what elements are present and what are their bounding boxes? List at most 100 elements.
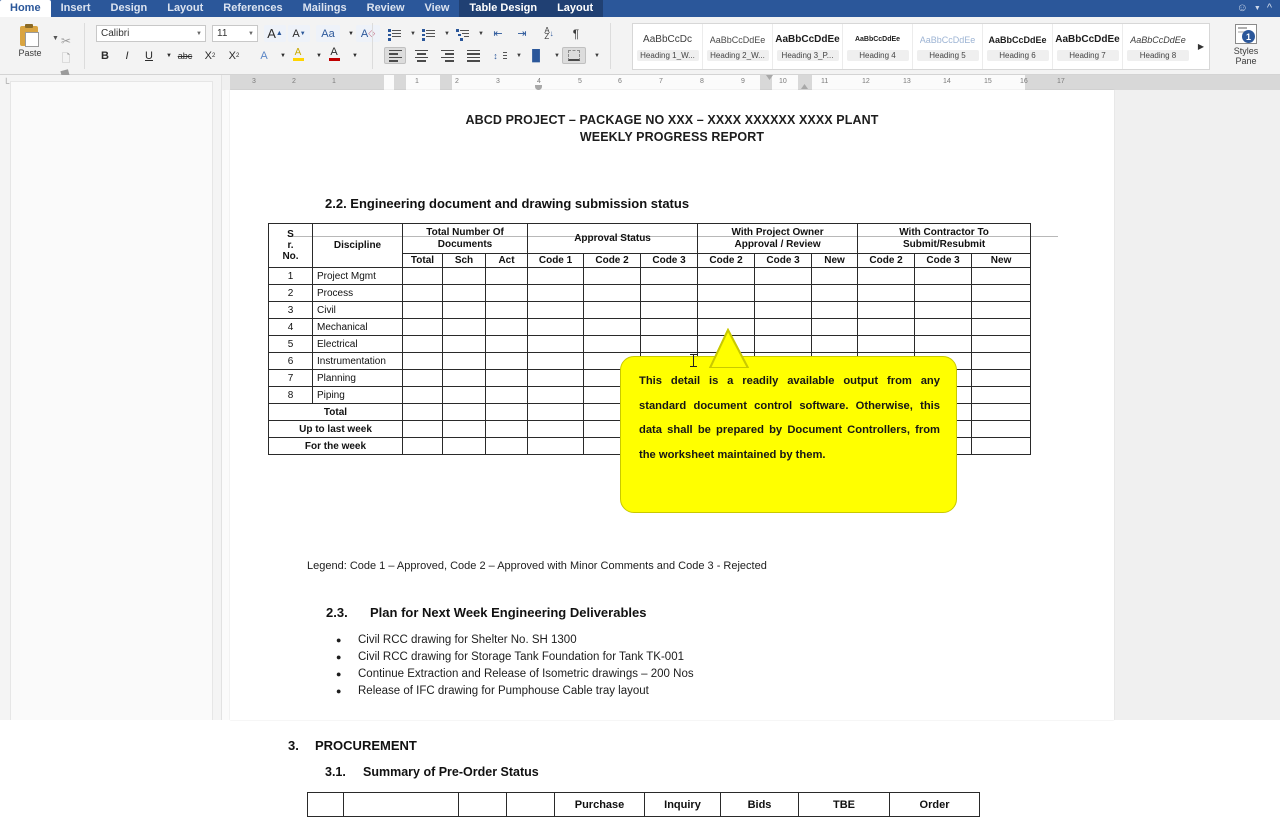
smiley-face-icon[interactable]: ☺ (1237, 3, 1248, 14)
cell-code3a[interactable] (640, 301, 699, 319)
cell-act[interactable] (484, 403, 529, 421)
cell-act[interactable] (484, 437, 529, 455)
table-row[interactable]: 5 Electrical (268, 335, 1032, 353)
cell-newc[interactable] (971, 352, 1032, 370)
horizontal-ruler[interactable]: 3 2 1 1 2 3 4 5 6 7 8 9 10 11 12 13 14 1… (230, 75, 1280, 90)
sort-icon[interactable]: A Z ↓ (538, 25, 560, 42)
cell-sch[interactable] (442, 369, 486, 387)
cell-act[interactable] (484, 386, 529, 404)
paste-button[interactable]: Paste (10, 23, 50, 69)
cell-total[interactable] (402, 352, 443, 370)
cell-total[interactable] (402, 386, 443, 404)
cell-newc[interactable] (971, 284, 1032, 302)
chevron-down-icon[interactable]: ▼ (1254, 5, 1261, 12)
cell-code3o[interactable] (754, 267, 813, 285)
cell-code2o[interactable] (697, 284, 756, 302)
cell-newc[interactable] (971, 403, 1032, 421)
style-item-heading-2[interactable]: AaBbCcDdEe Heading 2_W... (703, 24, 773, 69)
cell-sch[interactable] (442, 403, 486, 421)
strikethrough-button[interactable]: abc (174, 47, 196, 64)
cell-act[interactable] (484, 318, 529, 336)
cell-code1[interactable] (527, 386, 585, 404)
tab-view[interactable]: View (415, 0, 460, 17)
cell-sch[interactable] (442, 335, 486, 353)
cell-code3c[interactable] (914, 284, 973, 302)
cell-newo[interactable] (811, 318, 859, 336)
cell-act[interactable] (484, 335, 529, 353)
callout-balloon[interactable]: This detail is a readily available outpu… (620, 356, 957, 513)
cell-code3a[interactable] (640, 284, 699, 302)
cell-code3c[interactable] (914, 318, 973, 336)
cell-newc[interactable] (971, 369, 1032, 387)
collapse-ribbon-icon[interactable]: ^ (1267, 3, 1272, 14)
cell-code2c[interactable] (857, 301, 916, 319)
style-item-heading-3[interactable]: AaBbCcDdEе Heading 3_P... (773, 24, 843, 69)
cell-sch[interactable] (442, 437, 486, 455)
cell-newc[interactable] (971, 437, 1032, 455)
shading-icon[interactable]: █ (526, 47, 546, 64)
highlight-button[interactable]: A (288, 45, 308, 62)
cell-act[interactable] (484, 284, 529, 302)
justify-icon[interactable] (462, 47, 484, 64)
cell-code2a[interactable] (583, 318, 642, 336)
table-row[interactable]: 3 Civil (268, 301, 1032, 319)
cell-newc[interactable] (971, 386, 1032, 404)
align-center-icon[interactable] (410, 47, 432, 64)
cell-newo[interactable] (811, 335, 859, 353)
cell-code1[interactable] (527, 352, 585, 370)
cell-newc[interactable] (971, 420, 1032, 438)
show-formatting-marks-icon[interactable]: ¶ (566, 25, 586, 42)
underline-button[interactable]: U (140, 47, 158, 64)
tab-design[interactable]: Design (101, 0, 158, 17)
style-item-heading-7[interactable]: AaBbCcDdEе Heading 7 (1053, 24, 1123, 69)
cell-code2a[interactable] (583, 284, 642, 302)
cell-newo[interactable] (811, 267, 859, 285)
cell-total[interactable] (402, 301, 443, 319)
cell-code2o[interactable] (697, 301, 756, 319)
chevron-down-icon[interactable]: ▼ (248, 31, 254, 37)
tab-layout[interactable]: Layout (157, 0, 213, 17)
subscript-button[interactable]: X2 (200, 47, 220, 64)
font-color-caret-icon[interactable]: ▼ (346, 47, 364, 64)
cell-sch[interactable] (442, 267, 486, 285)
font-size-input[interactable]: 11 ▼ (212, 25, 258, 42)
bold-button[interactable]: B (96, 47, 114, 64)
decrease-indent-icon[interactable]: ⇤ (488, 25, 508, 42)
cell-code1[interactable] (527, 267, 585, 285)
cell-code3a[interactable] (640, 318, 699, 336)
tab-stop-selector-icon[interactable]: └ (3, 78, 9, 88)
borders-caret-icon[interactable]: ▼ (588, 47, 606, 64)
table-row[interactable]: 4 Mechanical (268, 318, 1032, 336)
cell-total[interactable] (402, 267, 443, 285)
cell-total[interactable] (402, 369, 443, 387)
cell-code1[interactable] (527, 369, 585, 387)
vertical-ruler[interactable] (222, 90, 230, 720)
scissors-icon[interactable]: ✂ (58, 33, 74, 49)
style-item-heading-4[interactable]: AaBbCcDdEe Heading 4 (843, 24, 913, 69)
cell-act[interactable] (484, 352, 529, 370)
cell-code2a[interactable] (583, 301, 642, 319)
cell-code2c[interactable] (857, 267, 916, 285)
borders-icon[interactable] (562, 47, 586, 64)
grow-font-button[interactable]: A ▲ (264, 25, 286, 42)
line-spacing-icon[interactable]: ↕ (490, 47, 510, 64)
style-item-heading-6[interactable]: AaBbCcDdEe Heading 6 (983, 24, 1053, 69)
cell-code1[interactable] (527, 318, 585, 336)
tab-insert[interactable]: Insert (51, 0, 101, 17)
cell-sch[interactable] (442, 420, 486, 438)
cell-sch[interactable] (442, 386, 486, 404)
cell-act[interactable] (484, 420, 529, 438)
cell-code2c[interactable] (857, 335, 916, 353)
cell-sch[interactable] (442, 352, 486, 370)
gallery-more-icon[interactable]: ▶ (1193, 24, 1209, 69)
cell-code1[interactable] (527, 437, 585, 455)
cell-act[interactable] (484, 267, 529, 285)
multilevel-list-icon[interactable] (452, 25, 472, 42)
cell-code2a[interactable] (583, 267, 642, 285)
style-item-heading-1[interactable]: AaBbCcDc Heading 1_W... (633, 24, 703, 69)
cell-code2c[interactable] (857, 284, 916, 302)
cell-newc[interactable] (971, 318, 1032, 336)
cell-newc[interactable] (971, 267, 1032, 285)
cell-code3a[interactable] (640, 267, 699, 285)
align-left-icon[interactable] (384, 47, 406, 64)
